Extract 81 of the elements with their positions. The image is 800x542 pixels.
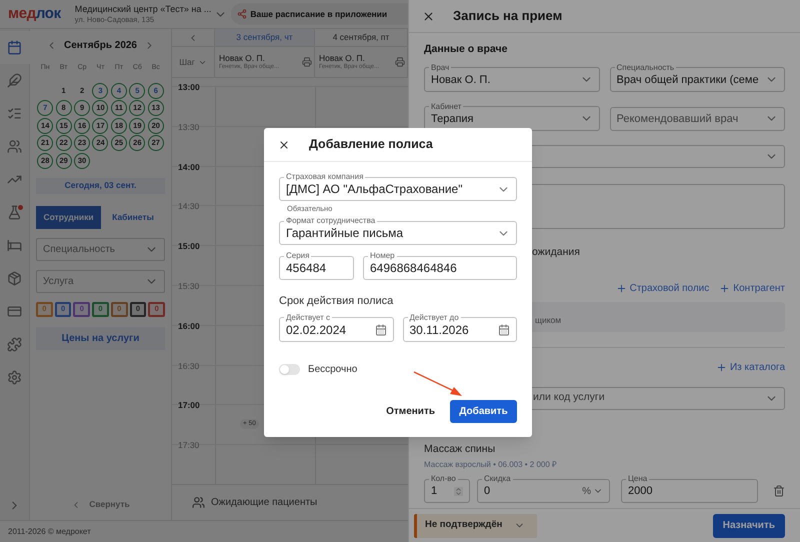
time-label: 16:00 [177,320,201,333]
unit-select[interactable]: % [582,484,603,499]
clinic-name: Медицинский центр «Тест» на ... [74,4,212,14]
filter-select[interactable]: Услуга [36,270,165,292]
validity-title: Срок действия полиса [279,294,394,310]
date-tab[interactable]: 3 сентября, чт [215,29,315,46]
calendar-icon[interactable] [374,324,386,336]
service-name: Массаж спины [424,442,496,456]
number-field[interactable]: Номер 6496868464846 [363,252,517,280]
printer-icon[interactable] [302,57,312,67]
users-icon [192,496,205,509]
doctor-name: Новак О. П. [219,54,266,62]
close-icon[interactable] [422,10,435,22]
collapse-button[interactable]: Свернуть [71,498,130,511]
price-field[interactable]: Цена 2000 [621,475,758,504]
add-link[interactable]: Страховой полис [616,280,710,296]
dialog-title: Добавление полиса [309,136,433,154]
settings-icon [7,370,22,385]
panel-title: Запись на прием [453,7,562,26]
time-label: 15:00 [177,240,201,254]
time-label: 13:00 [177,81,201,94]
puzzle-icon [7,337,22,352]
assign-button[interactable]: Назначить [712,514,785,538]
time-label: 16:30 [177,360,200,373]
time-label: 13:30 [177,120,200,134]
today-button[interactable]: Сегодня, 03 сент. [36,178,165,194]
catalog-link[interactable]: Из каталога [716,360,785,374]
time-label: 14:00 [177,160,201,174]
quantity-field[interactable]: Кол-во 1 [424,475,470,504]
referrer-select[interactable]: Рекомендовавший врач [610,106,785,131]
printer-icon[interactable] [395,57,405,67]
month-title: Сентябрь 2026 [64,38,137,52]
valid-to-field[interactable]: Действует до 30.11.2026 [402,314,517,342]
time-label: 17:30 [177,439,200,452]
toggle-switch[interactable] [279,364,300,375]
waitlist-label: ожидания [532,244,581,260]
cooperation-format-select[interactable]: Формат сотрудничества Гарантийные письма [279,217,517,246]
specialty-select[interactable]: Специальность Врач общей практики (семе [610,64,785,92]
plus-icon [716,362,727,372]
calendar-icon [7,40,22,55]
valid-from-field[interactable]: Действует с 02.02.2024 [279,314,394,342]
room-select[interactable]: Кабинет Терапия [424,102,600,131]
card-icon [7,304,22,319]
discount-field[interactable]: Скидка 0 % [477,475,610,504]
bed-icon [7,238,22,253]
time-label: 17:00 [177,399,201,412]
plus-icon [616,282,627,294]
payer-text: щиком [535,314,562,326]
add-button[interactable]: Добавить [450,400,517,423]
time-label: 14:30 [177,200,200,214]
section-title: Данные о враче [424,42,508,57]
step-select[interactable]: Шаг [172,47,215,77]
nodes-icon [237,9,248,19]
feather-icon [7,73,22,88]
annotation-arrow [414,371,462,396]
users-icon [7,139,22,154]
series-field[interactable]: Серия 456484 [279,252,354,280]
doctor-select[interactable]: Врач Новак О. П. [424,64,600,92]
staff-tab[interactable]: Сотрудники [36,206,101,228]
close-icon[interactable] [278,138,290,150]
box-icon [7,271,22,286]
doctor-name: Новак О. П. [319,54,366,62]
flask-icon [7,205,22,220]
prices-button[interactable]: Цены на услуги [36,326,165,350]
app-promo-button[interactable]: Ваше расписание в приложении [231,3,408,25]
indefinite-label: Бессрочно [308,362,358,377]
checklist-icon [7,106,22,121]
calendar-icon[interactable] [498,324,510,336]
insurer-select[interactable]: Страховая компания [ДМС] АО "АльфаСтрахование" [279,173,517,201]
stepper-icon[interactable] [454,486,463,496]
plus-icon [719,282,730,294]
logo: медлок [8,4,61,24]
trash-icon[interactable] [773,485,785,498]
copyright-text: 2011-2026 © медрокет [8,526,91,538]
staff-tab[interactable]: Кабинеты [101,206,165,228]
filter-select[interactable]: Специальность [36,238,165,260]
waiting-patients-link[interactable]: Ожидающие пациенты [211,495,318,510]
status-select[interactable]: Не подтверждён [414,514,537,538]
service-details: Массаж взрослый • 06.003 • 2 000 ₽ [424,459,558,472]
time-label: 15:30 [177,280,200,293]
add-link[interactable]: Контрагент [719,280,785,296]
